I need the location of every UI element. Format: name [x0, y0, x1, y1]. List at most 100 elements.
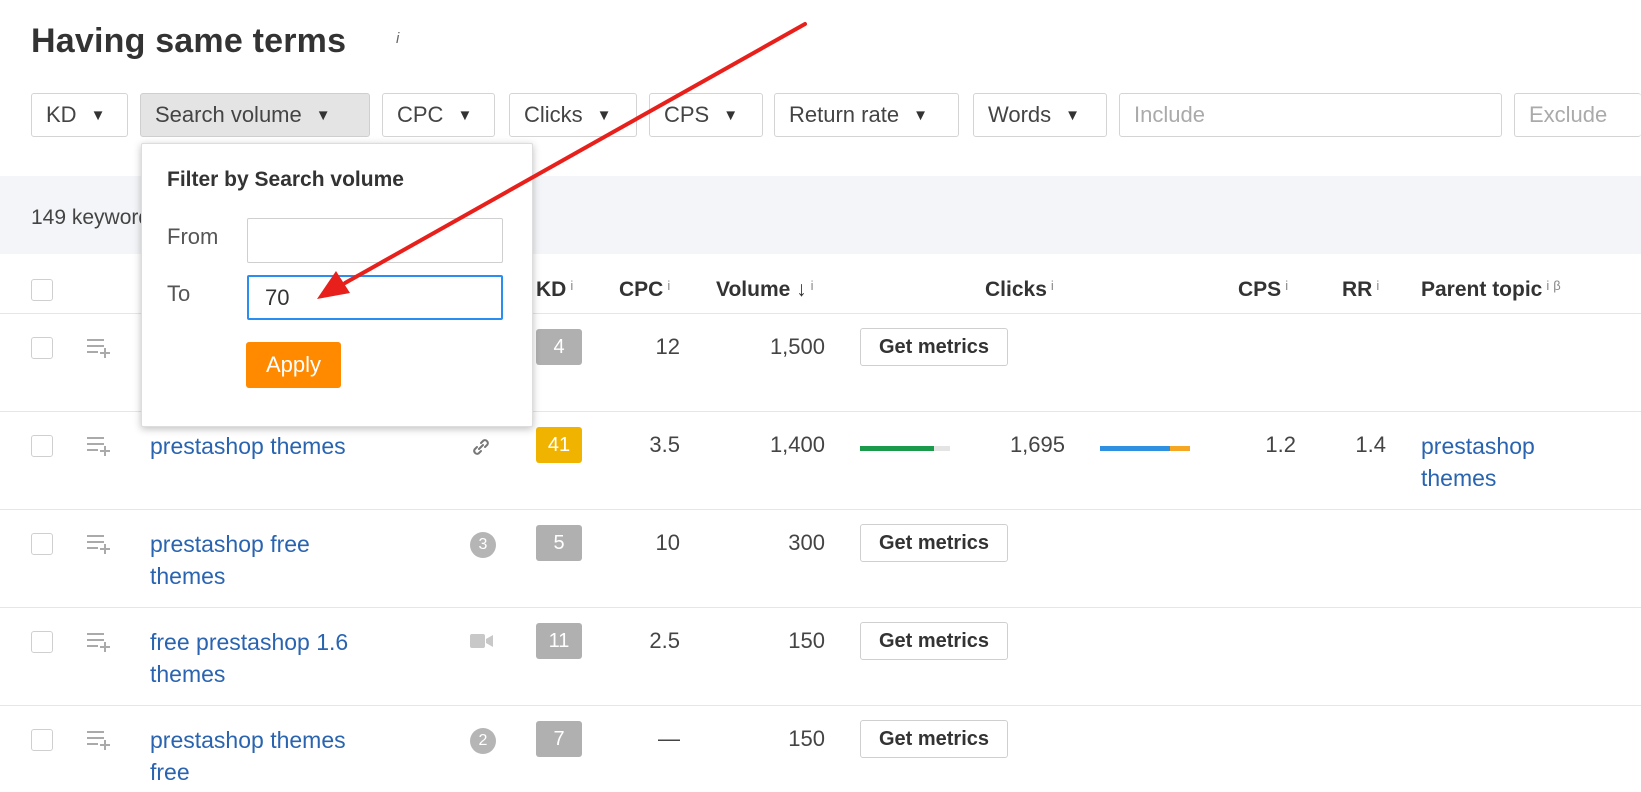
- cpc-value: 3.5: [649, 432, 680, 457]
- header-clicks-label: Clicks: [985, 278, 1047, 301]
- header-parent-topic-label: Parent topic: [1421, 278, 1543, 301]
- header-cps[interactable]: CPS i: [1238, 278, 1288, 302]
- video-icon: [470, 634, 493, 648]
- parent-topic-link[interactable]: prestashop themes: [1421, 430, 1571, 494]
- kd-badge: 41: [536, 427, 582, 463]
- cps-bar: [1100, 446, 1190, 451]
- to-input[interactable]: [247, 275, 503, 320]
- header-cps-label: CPS: [1238, 278, 1282, 301]
- divider: [0, 607, 1641, 608]
- kd-badge: 5: [536, 525, 582, 561]
- header-volume[interactable]: Volume ↓ i: [716, 278, 814, 302]
- from-input[interactable]: [247, 218, 503, 263]
- exclude-input[interactable]: [1514, 93, 1641, 137]
- info-icon: i: [1050, 278, 1054, 293]
- caret-down-icon: ▼: [596, 106, 612, 124]
- volume-value: 300: [788, 530, 825, 555]
- clicks-filter-label: Clicks: [524, 102, 583, 127]
- volume-value: 1,500: [769, 334, 825, 359]
- row-checkbox[interactable]: [31, 435, 53, 457]
- clicks-filter-button[interactable]: Clicks ▼: [509, 93, 637, 137]
- clicks-bar-fill: [860, 446, 934, 451]
- beta-badge: β: [1553, 278, 1561, 293]
- return-rate-filter-button[interactable]: Return rate ▼: [774, 93, 959, 137]
- header-cpc[interactable]: CPC i: [619, 278, 670, 302]
- words-filter-label: Words: [988, 102, 1052, 127]
- to-label: To: [167, 281, 191, 306]
- cpc-value: 2.5: [649, 628, 680, 653]
- add-to-list-icon[interactable]: [86, 435, 112, 457]
- serp-features-count: 2: [470, 728, 496, 754]
- caret-down-icon: ▼: [315, 106, 331, 124]
- header-volume-label: Volume: [716, 278, 791, 301]
- info-icon: i: [1376, 278, 1380, 293]
- header-parent-topic[interactable]: Parent topic i β: [1421, 278, 1561, 302]
- row-checkbox[interactable]: [31, 533, 53, 555]
- header-clicks[interactable]: Clicks i: [985, 278, 1054, 302]
- info-icon[interactable]: i: [396, 30, 399, 47]
- info-icon: i: [667, 278, 671, 293]
- keyword-link[interactable]: prestashop themes free: [150, 724, 390, 788]
- kd-badge: 11: [536, 623, 582, 659]
- get-metrics-button[interactable]: Get metrics: [860, 622, 1008, 660]
- cpc-filter-label: CPC: [397, 102, 444, 127]
- keyword-link[interactable]: prestashop themes: [150, 430, 390, 462]
- row-checkbox[interactable]: [31, 631, 53, 653]
- cps-bar-organic-fill: [1100, 446, 1171, 451]
- sort-desc-icon: ↓: [796, 278, 807, 301]
- link-icon: [473, 439, 489, 455]
- cpc-value: 10: [655, 530, 680, 555]
- caret-down-icon: ▼: [1065, 106, 1081, 124]
- cpc-value: —: [658, 726, 680, 751]
- add-to-list-icon[interactable]: [86, 337, 112, 359]
- cpc-filter-button[interactable]: CPC ▼: [382, 93, 495, 137]
- add-to-list-icon[interactable]: [86, 631, 112, 653]
- get-metrics-button[interactable]: Get metrics: [860, 328, 1008, 366]
- volume-value: 1,400: [769, 432, 825, 457]
- select-all-checkbox[interactable]: [31, 279, 53, 301]
- words-filter-button[interactable]: Words ▼: [973, 93, 1107, 137]
- cps-value: 1.2: [1265, 432, 1296, 457]
- caret-down-icon: ▼: [457, 106, 473, 124]
- clicks-value: 1,695: [1009, 432, 1065, 457]
- caret-down-icon: ▼: [913, 106, 928, 124]
- cps-filter-button[interactable]: CPS ▼: [649, 93, 763, 137]
- info-icon: i: [1285, 278, 1289, 293]
- add-to-list-icon[interactable]: [86, 729, 112, 751]
- volume-value: 150: [788, 628, 825, 653]
- kd-badge: 7: [536, 721, 582, 757]
- info-icon: i: [810, 278, 814, 293]
- header-rr-label: RR: [1342, 278, 1373, 301]
- serp-features-count: 3: [470, 532, 496, 558]
- info-icon: i: [570, 278, 574, 293]
- header-kd-label: KD: [536, 278, 567, 301]
- keyword-link[interactable]: free prestashop 1.6 themes: [150, 626, 390, 690]
- cpc-value: 12: [655, 334, 680, 359]
- get-metrics-button[interactable]: Get metrics: [860, 524, 1008, 562]
- get-metrics-button[interactable]: Get metrics: [860, 720, 1008, 758]
- divider: [0, 705, 1641, 706]
- kd-filter-button[interactable]: KD ▼: [31, 93, 128, 137]
- include-input[interactable]: [1119, 93, 1502, 137]
- page-title: Having same terms: [31, 22, 347, 60]
- header-rr[interactable]: RR i: [1342, 278, 1379, 302]
- rr-value: 1.4: [1355, 432, 1386, 457]
- dropdown-title: Filter by Search volume: [167, 168, 404, 191]
- kd-filter-label: KD: [46, 102, 77, 127]
- divider: [0, 509, 1641, 510]
- header-kd[interactable]: KD i: [536, 278, 573, 302]
- apply-button[interactable]: Apply: [246, 342, 341, 388]
- keyword-link[interactable]: prestashop free themes: [150, 528, 390, 592]
- row-checkbox[interactable]: [31, 337, 53, 359]
- volume-value: 150: [788, 726, 825, 751]
- header-cpc-label: CPC: [619, 278, 664, 301]
- kd-badge: 4: [536, 329, 582, 365]
- return-rate-filter-label: Return rate: [789, 102, 900, 127]
- info-icon: i: [1546, 278, 1550, 293]
- row-checkbox[interactable]: [31, 729, 53, 751]
- clicks-bar: [860, 446, 950, 451]
- cps-filter-label: CPS: [664, 102, 710, 127]
- search-volume-filter-button[interactable]: Search volume ▼: [140, 93, 370, 137]
- add-to-list-icon[interactable]: [86, 533, 112, 555]
- search-volume-filter-label: Search volume: [155, 102, 302, 127]
